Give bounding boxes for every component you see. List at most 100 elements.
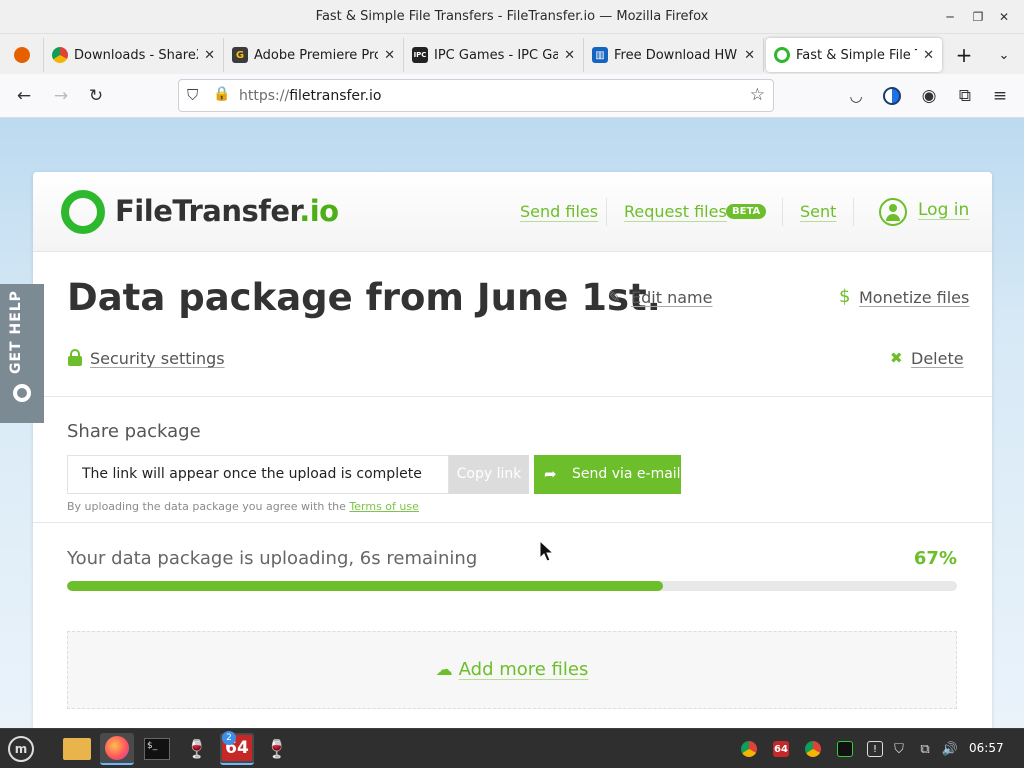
hamburger-icon: ≡: [992, 86, 1008, 106]
add-more-files-dropzone[interactable]: ☁ Add more files: [67, 631, 957, 709]
g-icon: G: [232, 47, 248, 63]
add-more-label: Add more files: [458, 659, 589, 680]
volume-icon[interactable]: 🔊: [942, 741, 958, 757]
wine-launcher[interactable]: 🍷: [180, 733, 214, 765]
wine-glasses-icon: 🍷: [185, 738, 209, 760]
tab-ipc-games[interactable]: IPC IPC Games - IPC Gam ✕: [404, 38, 584, 72]
wine-glass-icon: 🍷: [265, 738, 289, 760]
nav-divider: [606, 198, 607, 226]
beta-badge: BETA: [726, 204, 767, 219]
tab-adobe-premiere[interactable]: G Adobe Premiere Pro ✕: [224, 38, 404, 72]
mint-menu-button[interactable]: m: [4, 733, 38, 765]
share-arrow-icon: ➦: [544, 465, 557, 483]
new-tab-button[interactable]: +: [946, 38, 982, 72]
terms-notice: By uploading the data package you agree …: [67, 500, 419, 513]
nav-send-files[interactable]: Send files: [520, 202, 598, 221]
send-email-label: Send via e-mail: [572, 466, 681, 482]
copy-link-button[interactable]: Copy link: [449, 455, 529, 494]
tab-label: Free Download HWi: [614, 47, 739, 63]
firefox-icon: [13, 47, 30, 63]
x-icon[interactable]: ✖: [890, 349, 903, 367]
get-help-label: GET HELP: [8, 290, 24, 374]
url-bar[interactable]: ⛉ 🔒 https://filetransfer.io ☆: [178, 79, 774, 112]
puzzle-icon: ⧉: [958, 86, 972, 106]
aida64-launcher[interactable]: 64 2: [220, 731, 254, 765]
chrome-tray-icon[interactable]: [741, 741, 757, 757]
mouse-cursor-icon: [539, 540, 555, 562]
terminal-icon: $_: [144, 738, 170, 760]
close-icon[interactable]: ✕: [564, 48, 575, 63]
url-text: https://filetransfer.io: [239, 88, 381, 104]
firefox-launcher[interactable]: [100, 733, 134, 765]
pencil-icon[interactable]: ✎: [608, 288, 621, 306]
share-package-heading: Share package: [67, 421, 201, 442]
close-icon[interactable]: ✕: [204, 48, 215, 63]
reload-button[interactable]: ↻: [84, 84, 108, 108]
nav-request-files[interactable]: Request files: [624, 202, 727, 221]
section-divider: [33, 396, 992, 397]
clipboard-tray-icon[interactable]: !: [867, 741, 883, 757]
logo-icon[interactable]: [61, 190, 105, 234]
navigation-toolbar: ← → ↻ ⛉ 🔒 https://filetransfer.io ☆ ◡ ◉ …: [0, 74, 1024, 118]
section-divider: [33, 522, 992, 523]
wine-launcher-2[interactable]: 🍷: [260, 733, 294, 765]
menu-button[interactable]: ≡: [988, 84, 1012, 108]
monetize-files-link[interactable]: Monetize files: [859, 288, 969, 307]
files-launcher[interactable]: [60, 733, 94, 765]
upload-status-text: Your data package is uploading, 6s remai…: [67, 548, 478, 569]
tab-label: Adobe Premiere Pro: [254, 47, 379, 63]
tab-bar: Downloads - ShareX ✕ G Adobe Premiere Pr…: [0, 34, 1024, 74]
clock[interactable]: 06:57: [969, 741, 1004, 755]
account-button[interactable]: ◉: [917, 84, 941, 108]
folder-icon: [63, 738, 91, 760]
maximize-icon[interactable]: ❐: [969, 8, 987, 26]
network-icon[interactable]: ⧉: [917, 741, 933, 757]
delete-link[interactable]: Delete: [911, 349, 964, 368]
share-link-input[interactable]: The link will appear once the upload is …: [67, 455, 449, 494]
firefox-view-button[interactable]: [0, 38, 44, 72]
back-button[interactable]: ←: [12, 84, 36, 108]
shield-tray-icon[interactable]: ⛉: [891, 741, 907, 757]
add-more-files-link[interactable]: ☁ Add more files: [68, 659, 956, 680]
minimize-icon[interactable]: ─: [941, 8, 959, 26]
dark-reader-button[interactable]: [880, 84, 904, 108]
send-email-button[interactable]: ➦ Send via e-mail: [534, 455, 681, 494]
get-help-tab[interactable]: GET HELP: [0, 284, 44, 423]
nav-sent[interactable]: Sent: [800, 202, 836, 221]
bookmark-star-icon[interactable]: ☆: [750, 85, 765, 105]
close-icon[interactable]: ✕: [995, 8, 1013, 26]
lock-icon[interactable]: 🔒: [213, 86, 230, 102]
system-taskbar: m $_ 🍷 64 2 🍷 64 ! ⛉ ⧉ 🔊 06:57: [0, 728, 1024, 768]
site-header: FileTransfer.io Send files Request files…: [33, 172, 992, 252]
log-in-link[interactable]: Log in: [918, 200, 969, 220]
close-icon[interactable]: ✕: [744, 48, 755, 63]
cloud-upload-icon: ☁: [435, 660, 453, 680]
terms-link[interactable]: Terms of use: [349, 500, 418, 513]
logo-main: FileTransfer: [115, 194, 300, 228]
plus-icon: +: [955, 43, 973, 67]
dollar-icon[interactable]: $: [839, 286, 850, 307]
shield-icon[interactable]: ⛉: [187, 86, 198, 104]
contrast-icon: [883, 87, 901, 105]
chrome-tray-icon-2[interactable]: [805, 741, 821, 757]
site-logo[interactable]: FileTransfer.io: [115, 194, 339, 228]
tab-downloads-sharex[interactable]: Downloads - ShareX ✕: [44, 38, 224, 72]
close-icon[interactable]: ✕: [384, 48, 395, 63]
security-settings-link[interactable]: Security settings: [90, 349, 225, 368]
url-host: filetransfer.io: [289, 88, 382, 104]
terminal-launcher[interactable]: $_: [140, 733, 174, 765]
close-icon[interactable]: ✕: [923, 48, 934, 63]
monitor-tray-icon[interactable]: [837, 741, 853, 757]
user-icon[interactable]: [879, 198, 907, 226]
tab-filetransfer[interactable]: Fast & Simple File Tr ✕: [766, 38, 942, 72]
url-protocol: https://: [239, 88, 290, 104]
extensions-button[interactable]: ⧉: [953, 84, 977, 108]
pocket-button[interactable]: ◡: [844, 84, 868, 108]
hwinfo-icon: ▥: [592, 47, 608, 63]
edit-name-link[interactable]: Edit name: [631, 288, 712, 307]
list-tabs-button[interactable]: ⌄: [986, 38, 1022, 72]
aida64-tray-icon[interactable]: 64: [773, 741, 789, 757]
forward-button[interactable]: →: [49, 84, 73, 108]
lock-icon: [68, 349, 82, 366]
tab-hwinfo[interactable]: ▥ Free Download HWi ✕: [584, 38, 764, 72]
